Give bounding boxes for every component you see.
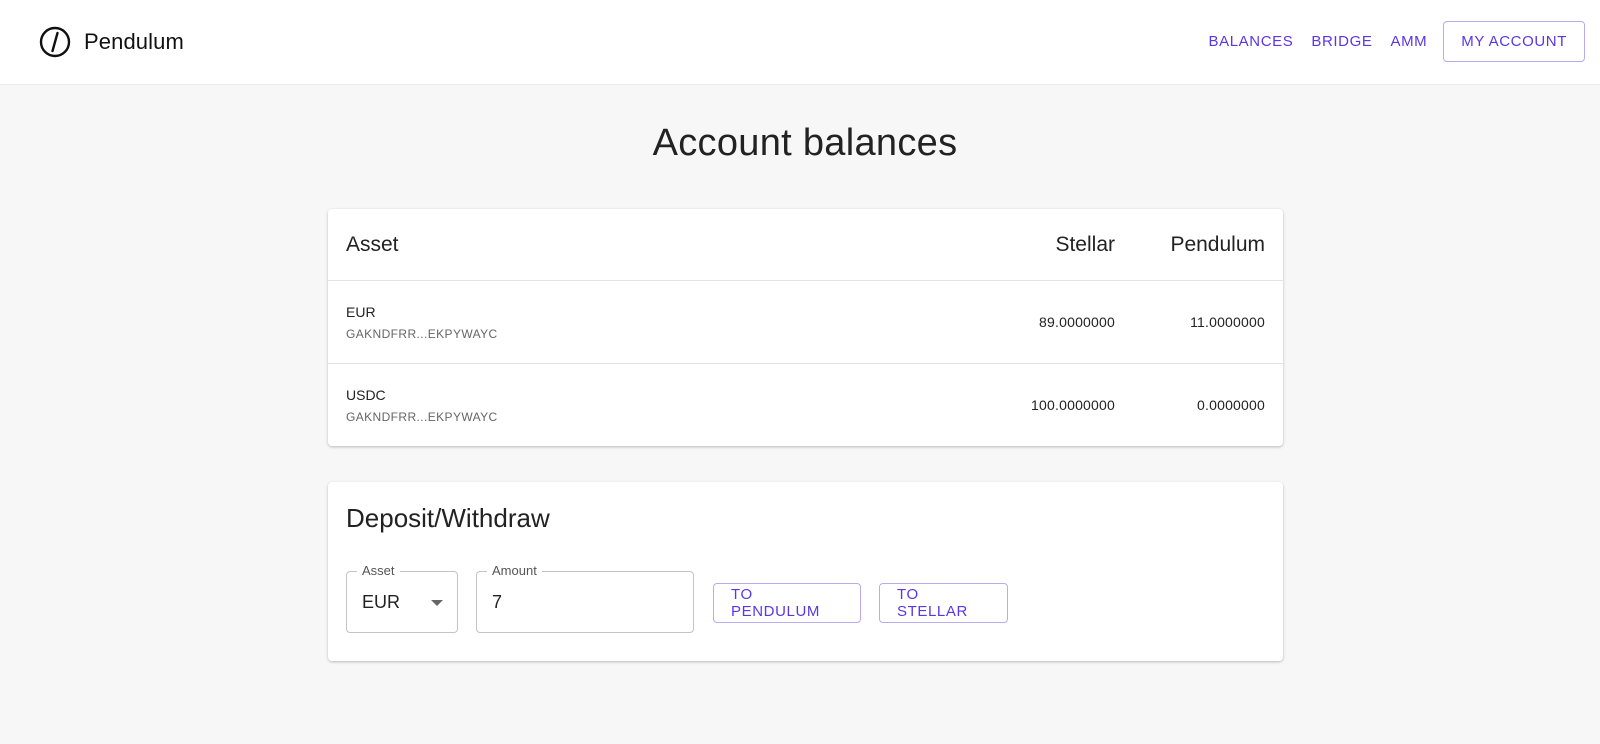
asset-issuer: GAKNDFRR...EKPYWAYC — [346, 326, 498, 341]
table-row: USDC GAKNDFRR...EKPYWAYC 100.0000000 0.0… — [328, 364, 1283, 446]
pendulum-balance: 0.0000000 — [1197, 397, 1265, 413]
to-stellar-button[interactable]: TO STELLAR — [879, 583, 1008, 623]
asset-select[interactable]: Asset EUR — [346, 563, 458, 633]
header-asset: Asset — [346, 232, 399, 256]
amount-input-label: Amount — [487, 563, 542, 578]
balances-card: Asset Stellar Pendulum EUR GAKNDFRR...EK… — [328, 209, 1283, 446]
header-pendulum: Pendulum — [1170, 232, 1265, 256]
stellar-balance: 89.0000000 — [1039, 314, 1115, 330]
brand-name: Pendulum — [84, 29, 184, 54]
nav-balances-link[interactable]: BALANCES — [1200, 25, 1303, 58]
caret-down-icon — [431, 600, 443, 606]
pendulum-balance: 11.0000000 — [1190, 314, 1265, 330]
nav-amm-link[interactable]: AMM — [1381, 25, 1436, 58]
amount-input-value: 7 — [492, 592, 503, 612]
asset-cell: EUR GAKNDFRR...EKPYWAYC — [346, 304, 826, 341]
table-row: EUR GAKNDFRR...EKPYWAYC 89.0000000 11.00… — [328, 281, 1283, 364]
asset-select-value: EUR — [362, 592, 401, 612]
asset-code: USDC — [346, 386, 386, 403]
header-stellar: Stellar — [1055, 232, 1115, 256]
app-bar: Pendulum BALANCES BRIDGE AMM MY ACCOUNT — [0, 0, 1600, 85]
brand[interactable]: Pendulum — [39, 26, 184, 58]
asset-cell: USDC GAKNDFRR...EKPYWAYC — [346, 387, 826, 424]
asset-issuer: GAKNDFRR...EKPYWAYC — [346, 409, 498, 424]
my-account-button[interactable]: MY ACCOUNT — [1443, 20, 1585, 62]
deposit-title: Deposit/Withdraw — [346, 503, 550, 533]
pendulum-logo-icon — [39, 26, 71, 58]
asset-select-label: Asset — [357, 563, 400, 578]
top-nav: BALANCES BRIDGE AMM MY ACCOUNT — [1200, 20, 1585, 62]
asset-code: EUR — [346, 303, 376, 320]
nav-bridge-link[interactable]: BRIDGE — [1302, 25, 1381, 58]
stellar-balance: 100.0000000 — [1031, 397, 1115, 413]
amount-input[interactable]: Amount 7 — [476, 563, 694, 633]
page-title: Account balances — [652, 122, 958, 164]
deposit-withdraw-card: Deposit/Withdraw Asset EUR Amount 7 TO P… — [328, 482, 1283, 661]
to-pendulum-button[interactable]: TO PENDULUM — [713, 583, 861, 623]
table-header: Asset Stellar Pendulum — [328, 209, 1283, 281]
